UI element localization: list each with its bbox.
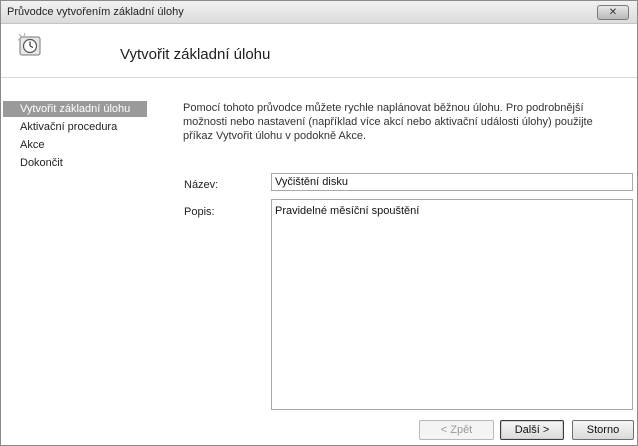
title-bar: Průvodce vytvořením základní úlohy ✕ bbox=[1, 1, 637, 24]
wizard-window: Průvodce vytvořením základní úlohy ✕ Vyt… bbox=[0, 0, 638, 446]
step-trigger[interactable]: Aktivační procedura bbox=[3, 119, 163, 135]
close-button[interactable]: ✕ bbox=[597, 5, 629, 20]
close-icon: ✕ bbox=[608, 6, 618, 18]
next-button[interactable]: Další > bbox=[500, 420, 564, 440]
back-button[interactable]: < Zpět bbox=[419, 420, 494, 440]
step-create-basic-task[interactable]: Vytvořit základní úlohu bbox=[3, 101, 147, 117]
description-field[interactable]: Pravidelné měsíční spouštění bbox=[271, 199, 633, 410]
cancel-button[interactable]: Storno bbox=[572, 420, 634, 440]
name-field[interactable]: Vyčištění disku bbox=[271, 173, 633, 191]
task-clock-icon bbox=[17, 32, 41, 56]
wizard-description: Pomocí tohoto průvodce můžete rychle nap… bbox=[183, 102, 593, 142]
step-finish[interactable]: Dokončit bbox=[3, 155, 163, 171]
page-title: Vytvořit základní úlohu bbox=[120, 46, 271, 63]
description-label: Popis: bbox=[184, 206, 215, 218]
name-label: Název: bbox=[184, 179, 219, 191]
step-action[interactable]: Akce bbox=[3, 137, 163, 153]
window-title: Průvodce vytvořením základní úlohy bbox=[7, 6, 184, 18]
wizard-header: Vytvořit základní úlohu bbox=[1, 24, 637, 78]
wizard-steps: Vytvořit základní úlohu Aktivační proced… bbox=[3, 101, 163, 173]
